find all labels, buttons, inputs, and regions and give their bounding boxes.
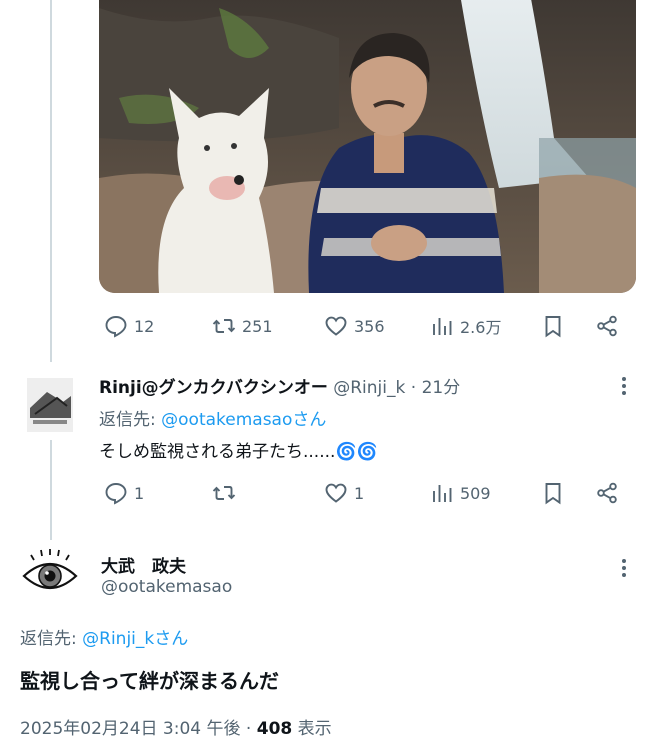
main-handle[interactable]: @ootakemasao bbox=[101, 577, 232, 597]
retweet-icon bbox=[212, 319, 236, 333]
replying-prefix: 返信先: bbox=[20, 629, 83, 649]
tweet-photo[interactable] bbox=[99, 0, 636, 293]
main-display-name[interactable]: 大武 政夫 bbox=[101, 552, 186, 577]
like-icon bbox=[325, 316, 347, 336]
replying-prefix: 返信先: bbox=[99, 410, 162, 430]
more-icon bbox=[622, 559, 626, 563]
reply-handle[interactable]: @Rinji_k bbox=[333, 378, 405, 398]
share-icon bbox=[597, 482, 617, 504]
views-icon bbox=[433, 318, 452, 335]
bookmark-button[interactable] bbox=[541, 309, 565, 343]
like-icon bbox=[325, 483, 347, 503]
share-button[interactable] bbox=[595, 309, 619, 343]
views-button[interactable]: 2.6万 bbox=[430, 309, 501, 343]
reply-count: 1 bbox=[134, 483, 145, 503]
more-icon bbox=[622, 377, 626, 381]
reply-time[interactable]: 21分 bbox=[422, 378, 461, 398]
reply-button[interactable]: 1 bbox=[104, 476, 144, 510]
main-view-count: 408 bbox=[256, 719, 293, 739]
views-icon bbox=[433, 485, 452, 502]
thread-line-top bbox=[50, 0, 52, 362]
reply-icon bbox=[105, 316, 127, 338]
views-count: 509 bbox=[460, 483, 491, 503]
main-tweet-text: 監視し合って絆が深まるんだ bbox=[20, 669, 279, 693]
avatar[interactable] bbox=[27, 378, 73, 432]
views-count: 2.6万 bbox=[460, 318, 502, 337]
bookmark-icon bbox=[545, 483, 561, 505]
like-button[interactable]: 1 bbox=[324, 476, 364, 510]
top-tweet-action-bar: 12 251 356 2.6万 bbox=[99, 309, 639, 343]
eye-avatar-icon bbox=[22, 549, 78, 589]
main-meta: 2025年02月24日 3:04 午後 · 408 表示 bbox=[20, 714, 332, 739]
retweet-button[interactable] bbox=[212, 476, 242, 510]
reply-body: そしめ監視される弟子たち...... bbox=[99, 442, 336, 462]
main-avatar[interactable] bbox=[20, 546, 80, 602]
reply-replying-to: 返信先: @ootakemasaoさん bbox=[99, 405, 326, 430]
like-button[interactable]: 356 bbox=[324, 309, 385, 343]
bookmark-button[interactable] bbox=[541, 476, 565, 510]
replying-to-link[interactable]: @Rinji_kさん bbox=[82, 629, 188, 649]
like-count: 356 bbox=[354, 316, 385, 336]
reply-more-button[interactable] bbox=[612, 374, 636, 398]
reply-header: Rinji@グンカクバクシンオー @Rinji_k · 21分 bbox=[99, 373, 460, 398]
retweet-icon bbox=[212, 486, 236, 500]
main-more-button[interactable] bbox=[612, 556, 636, 580]
like-count: 1 bbox=[354, 483, 365, 503]
views-button[interactable]: 509 bbox=[430, 476, 491, 510]
replying-to-link[interactable]: @ootakemasaoさん bbox=[161, 410, 326, 430]
bookmark-icon bbox=[545, 316, 561, 338]
retweet-button[interactable]: 251 bbox=[212, 309, 273, 343]
reply-separator: · bbox=[410, 378, 417, 398]
main-replying-to: 返信先: @Rinji_kさん bbox=[20, 624, 188, 649]
main-view-label: 表示 bbox=[292, 719, 332, 739]
share-icon bbox=[597, 315, 617, 337]
meta-separator: · bbox=[240, 719, 257, 739]
reply-count: 12 bbox=[134, 316, 155, 336]
retweet-count: 251 bbox=[242, 316, 273, 336]
reply-emoji: 🌀🌀 bbox=[335, 442, 378, 462]
main-timestamp[interactable]: 2025年02月24日 3:04 午後 bbox=[20, 719, 241, 739]
reply-action-bar: 1 1 509 bbox=[99, 476, 639, 510]
thread-line-bottom bbox=[50, 440, 52, 540]
reply-text: そしめ監視される弟子たち......🌀🌀 bbox=[99, 437, 378, 462]
share-button[interactable] bbox=[595, 476, 619, 510]
reply-display-name[interactable]: Rinji@グンカクバクシンオー bbox=[99, 378, 328, 398]
reply-button[interactable]: 12 bbox=[104, 309, 154, 343]
reply-icon bbox=[105, 483, 127, 505]
